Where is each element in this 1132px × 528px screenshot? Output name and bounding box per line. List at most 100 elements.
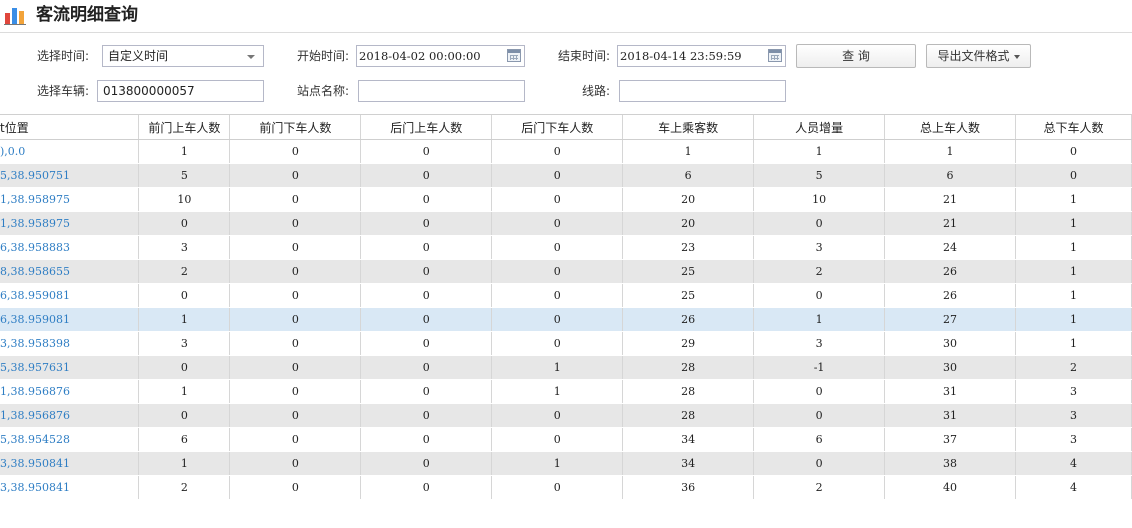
cell-front-on: 0 [138, 355, 231, 380]
cell-rear-off: 0 [491, 187, 624, 212]
cell-rear-on: 0 [360, 283, 493, 308]
cell-front-on: 3 [138, 331, 231, 356]
cell-location[interactable]: 3,38.950841 [0, 475, 140, 500]
cell-total-on: 30 [884, 331, 1016, 356]
cell-increment: 3 [753, 235, 886, 260]
cell-location[interactable]: ),0.0 [0, 139, 140, 164]
title-bar: 客流明细查询 [0, 0, 1132, 32]
table-row[interactable]: 6,38.958883 3 0 0 0 23 3 24 1 [0, 235, 1132, 260]
table-row[interactable]: 1,38.958975 0 0 0 0 20 0 21 1 [0, 211, 1132, 236]
cell-front-on: 5 [138, 163, 231, 188]
cell-total-on: 1 [884, 139, 1016, 164]
cell-rear-on: 0 [360, 211, 493, 236]
export-format-label: 导出文件格式 [937, 49, 1010, 63]
column-header-onboard[interactable]: 车上乘客数 [622, 115, 755, 140]
cell-increment: -1 [753, 355, 886, 380]
cell-rear-on: 0 [360, 331, 493, 356]
table-row[interactable]: 3,38.950841 1 0 0 1 34 0 38 4 [0, 451, 1132, 476]
cell-increment: 2 [753, 259, 886, 284]
table-row[interactable]: 5,38.954528 6 0 0 0 34 6 37 3 [0, 427, 1132, 452]
bar-chart-icon [4, 8, 26, 25]
cell-location[interactable]: 3,38.958398 [0, 331, 140, 356]
cell-front-off: 0 [229, 283, 362, 308]
cell-onboard: 26 [622, 307, 755, 332]
cell-location[interactable]: 5,38.950751 [0, 163, 140, 188]
table-row[interactable]: 5,38.957631 0 0 0 1 28 -1 30 2 [0, 355, 1132, 380]
column-header-increment[interactable]: 人员增量 [753, 115, 886, 140]
cell-location[interactable]: 6,38.959081 [0, 307, 140, 332]
cell-total-on: 21 [884, 211, 1016, 236]
time-select-value: 自定义时间 [108, 49, 169, 63]
vehicle-label: 选择车辆: [37, 84, 90, 98]
table-row[interactable]: 8,38.958655 2 0 0 0 25 2 26 1 [0, 259, 1132, 284]
table-row[interactable]: 5,38.950751 5 0 0 0 6 5 6 0 [0, 163, 1132, 188]
export-format-button[interactable]: 导出文件格式 [926, 44, 1031, 68]
column-header-rear-off[interactable]: 后门下车人数 [491, 115, 624, 140]
cell-location[interactable]: 1,38.956876 [0, 403, 140, 428]
cell-onboard: 1 [622, 139, 755, 164]
cell-rear-off: 0 [491, 163, 624, 188]
column-header-front-off[interactable]: 前门下车人数 [229, 115, 362, 140]
cell-total-on: 38 [884, 451, 1016, 476]
cell-front-on: 0 [138, 211, 231, 236]
cell-total-on: 37 [884, 427, 1016, 452]
cell-total-off: 3 [1015, 427, 1132, 452]
column-header-front-on[interactable]: 前门上车人数 [138, 115, 231, 140]
start-time-input[interactable]: 2018-04-02 00:00:00 [356, 45, 525, 67]
vehicle-input[interactable] [97, 80, 264, 102]
cell-total-off: 1 [1015, 259, 1132, 284]
time-select[interactable]: 自定义时间 [102, 45, 264, 67]
cell-location[interactable]: 5,38.957631 [0, 355, 140, 380]
chevron-down-icon[interactable] [247, 55, 255, 59]
cell-location[interactable]: 1,38.956876 [0, 379, 140, 404]
cell-increment: 6 [753, 427, 886, 452]
cell-rear-on: 0 [360, 379, 493, 404]
station-name-input[interactable] [358, 80, 525, 102]
time-select-label: 选择时间: [37, 49, 90, 63]
cell-front-on: 3 [138, 235, 231, 260]
table-row[interactable]: 1,38.956876 0 0 0 0 28 0 31 3 [0, 403, 1132, 428]
column-header-total-on[interactable]: 总上车人数 [884, 115, 1016, 140]
query-button[interactable]: 查 询 [796, 44, 916, 68]
table-row[interactable]: 1,38.956876 1 0 0 1 28 0 31 3 [0, 379, 1132, 404]
end-time-input[interactable]: 2018-04-14 23:59:59 [617, 45, 786, 67]
cell-location[interactable]: 1,38.958975 [0, 211, 140, 236]
column-header-location[interactable]: t位置 [0, 115, 140, 140]
table-row[interactable]: 1,38.958975 10 0 0 0 20 10 21 1 [0, 187, 1132, 212]
station-name-label: 站点名称: [297, 84, 350, 98]
cell-increment: 0 [753, 403, 886, 428]
cell-rear-on: 0 [360, 139, 493, 164]
cell-front-on: 1 [138, 139, 231, 164]
cell-location[interactable]: 6,38.958883 [0, 235, 140, 260]
cell-front-off: 0 [229, 475, 362, 500]
cell-total-on: 40 [884, 475, 1016, 500]
table-row[interactable]: 3,38.958398 3 0 0 0 29 3 30 1 [0, 331, 1132, 356]
cell-onboard: 23 [622, 235, 755, 260]
table-row[interactable]: 6,38.959081 1 0 0 0 26 1 27 1 [0, 307, 1132, 332]
cell-front-off: 0 [229, 307, 362, 332]
cell-increment: 3 [753, 331, 886, 356]
cell-front-on: 1 [138, 379, 231, 404]
calendar-icon[interactable] [768, 49, 782, 62]
route-input[interactable] [619, 80, 786, 102]
column-header-rear-on[interactable]: 后门上车人数 [360, 115, 493, 140]
cell-total-off: 4 [1015, 475, 1132, 500]
cell-total-on: 24 [884, 235, 1016, 260]
cell-location[interactable]: 6,38.959081 [0, 283, 140, 308]
start-time-value: 2018-04-02 00:00:00 [359, 49, 481, 63]
cell-increment: 5 [753, 163, 886, 188]
cell-location[interactable]: 3,38.950841 [0, 451, 140, 476]
cell-front-off: 0 [229, 403, 362, 428]
calendar-icon[interactable] [507, 49, 521, 62]
cell-location[interactable]: 1,38.958975 [0, 187, 140, 212]
cell-front-on: 2 [138, 259, 231, 284]
cell-rear-off: 0 [491, 475, 624, 500]
cell-rear-on: 0 [360, 235, 493, 260]
cell-front-on: 1 [138, 451, 231, 476]
column-header-total-off[interactable]: 总下车人数 [1015, 115, 1132, 140]
table-row[interactable]: 3,38.950841 2 0 0 0 36 2 40 4 [0, 475, 1132, 500]
cell-location[interactable]: 5,38.954528 [0, 427, 140, 452]
table-row[interactable]: ),0.0 1 0 0 0 1 1 1 0 [0, 139, 1132, 164]
cell-location[interactable]: 8,38.958655 [0, 259, 140, 284]
table-row[interactable]: 6,38.959081 0 0 0 0 25 0 26 1 [0, 283, 1132, 308]
